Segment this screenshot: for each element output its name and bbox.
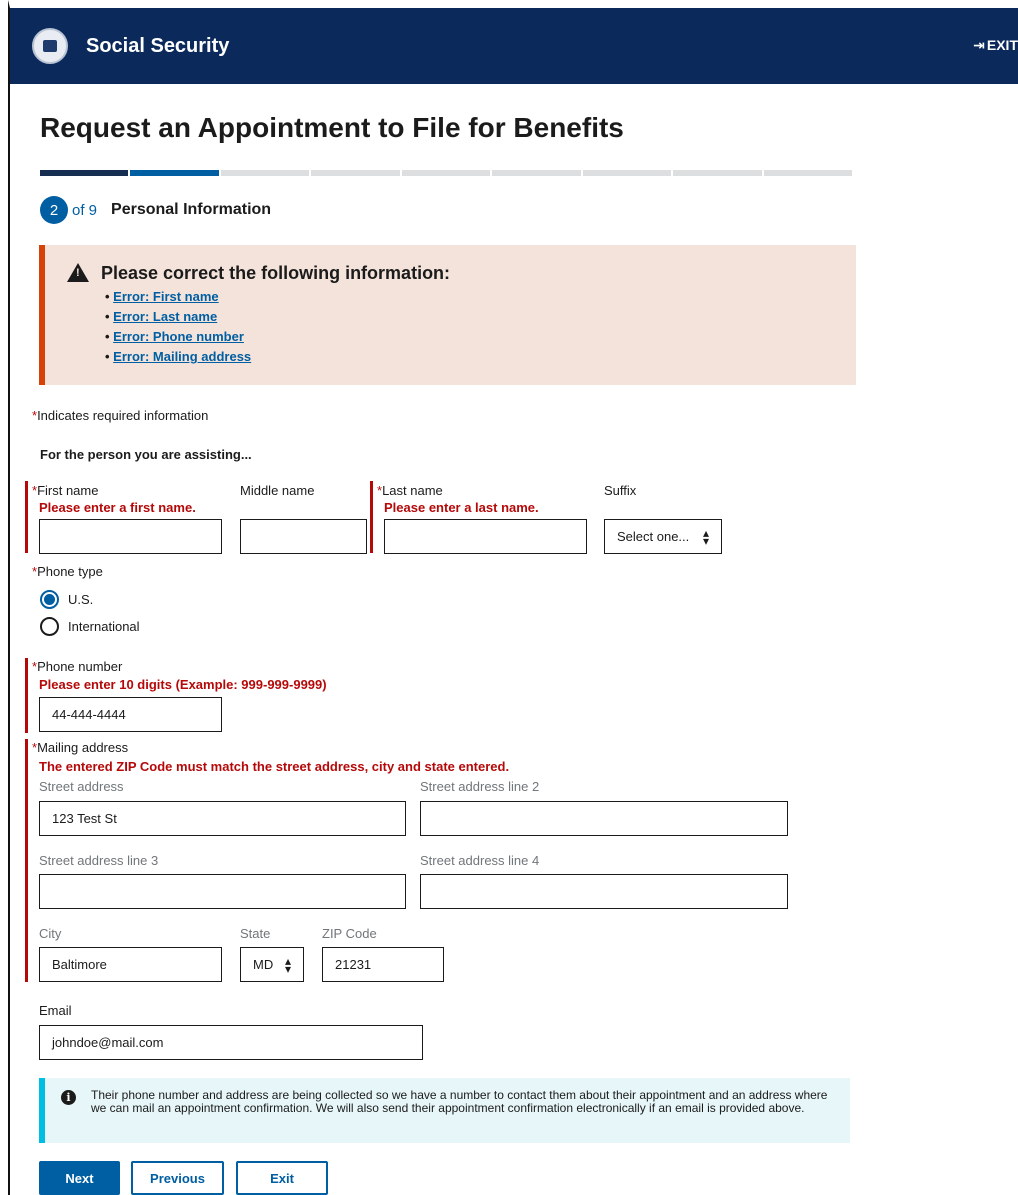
progress-segment-8 bbox=[673, 170, 762, 176]
ssa-seal-logo[interactable] bbox=[32, 28, 68, 64]
phone-number-label: *Phone number bbox=[32, 659, 122, 674]
page-title: Request an Appointment to File for Benef… bbox=[40, 112, 624, 143]
info-alert: i Their phone number and address are bei… bbox=[39, 1078, 850, 1143]
city-input[interactable]: Baltimore bbox=[39, 947, 222, 982]
step-number-badge: 2 bbox=[40, 196, 68, 224]
email-input[interactable]: johndoe@mail.com bbox=[39, 1025, 423, 1060]
previous-button[interactable]: Previous bbox=[131, 1161, 224, 1195]
site-header: Social Security ⇥ EXIT bbox=[8, 8, 1018, 84]
mailing-address-label-text: Mailing address bbox=[37, 740, 129, 755]
warning-icon bbox=[67, 263, 89, 282]
phone-number-label-text: Phone number bbox=[37, 659, 123, 674]
progress-segment-9 bbox=[763, 170, 852, 176]
progress-segment-2 bbox=[130, 170, 219, 176]
phone-type-us-radio[interactable]: U.S. bbox=[40, 590, 93, 609]
progress-segment-6 bbox=[492, 170, 581, 176]
phone-type-international-radio[interactable]: International bbox=[40, 617, 140, 636]
assist-heading: For the person you are assisting... bbox=[40, 447, 252, 462]
brand-name[interactable]: Social Security bbox=[86, 35, 229, 58]
middle-name-label: Middle name bbox=[240, 483, 315, 498]
error-item: Error: Last name bbox=[105, 307, 251, 327]
street-address-label: Street address bbox=[39, 779, 124, 794]
radio-unselected-icon bbox=[40, 617, 59, 636]
last-name-label: *Last name bbox=[377, 483, 443, 498]
street-address-input[interactable]: 123 Test St bbox=[39, 801, 406, 836]
street-address-line2-input[interactable] bbox=[420, 801, 788, 836]
street-address-line2-label: Street address line 2 bbox=[420, 779, 540, 794]
phone-error-bar bbox=[25, 658, 28, 733]
select-arrows-icon: ▴ ▾ bbox=[284, 953, 291, 976]
last-name-input[interactable] bbox=[384, 519, 587, 554]
step-total: of 9 bbox=[72, 201, 98, 219]
suffix-label: Suffix bbox=[604, 483, 637, 498]
error-link-phone-number[interactable]: Error: Phone number bbox=[113, 329, 244, 344]
sign-out-icon: ⇥ bbox=[973, 37, 985, 53]
last-name-label-text: Last name bbox=[382, 483, 443, 498]
info-icon: i bbox=[61, 1090, 76, 1105]
alert-title: Please correct the following information… bbox=[101, 263, 451, 283]
phone-type-label-text: Phone type bbox=[37, 564, 103, 579]
zip-code-label: ZIP Code bbox=[322, 926, 377, 941]
mailing-address-label: *Mailing address bbox=[32, 740, 128, 755]
state-select[interactable]: MD ▴ ▾ bbox=[240, 947, 304, 982]
phone-number-input[interactable]: 44-444-4444 bbox=[39, 697, 222, 732]
error-link-mailing-address[interactable]: Error: Mailing address bbox=[113, 349, 251, 364]
progress-segment-3 bbox=[220, 170, 310, 176]
required-note: *Indicates required information bbox=[32, 408, 208, 423]
exit-button[interactable]: Exit bbox=[236, 1161, 328, 1195]
step-indicator: 2 of 9 Personal Information bbox=[40, 196, 271, 224]
progress-segment-1 bbox=[40, 170, 129, 176]
required-note-text: Indicates required information bbox=[37, 408, 209, 423]
suffix-select[interactable]: Select one... ▴ ▾ bbox=[604, 519, 722, 554]
step-title: Personal Information bbox=[111, 201, 272, 218]
phone-number-error: Please enter 10 digits (Example: 999-999… bbox=[39, 677, 327, 692]
progress-segment-4 bbox=[311, 170, 400, 176]
first-name-label: *First name bbox=[32, 483, 98, 498]
first-name-error-bar bbox=[25, 481, 28, 553]
header-exit-label: EXIT bbox=[986, 37, 1018, 53]
page-frame bbox=[8, 0, 1018, 1195]
mailing-address-error-bar bbox=[25, 739, 28, 982]
error-item: Error: First name bbox=[105, 287, 251, 307]
mailing-address-error: The entered ZIP Code must match the stre… bbox=[39, 759, 510, 774]
select-arrows-icon: ▴ ▾ bbox=[702, 525, 709, 548]
info-text: Their phone number and address are being… bbox=[91, 1088, 828, 1115]
state-select-value: MD bbox=[253, 957, 274, 972]
email-label: Email bbox=[39, 1003, 72, 1018]
first-name-error: Please enter a first name. bbox=[39, 500, 196, 515]
phone-type-label: *Phone type bbox=[32, 564, 103, 579]
progress-segment-7 bbox=[582, 170, 672, 176]
street-address-line4-label: Street address line 4 bbox=[420, 853, 540, 868]
first-name-input[interactable] bbox=[39, 519, 222, 554]
error-list: Error: First name Error: Last name Error… bbox=[105, 287, 251, 367]
error-link-first-name[interactable]: Error: First name bbox=[113, 289, 218, 304]
state-label: State bbox=[240, 926, 271, 941]
error-item: Error: Mailing address bbox=[105, 347, 251, 367]
header-exit-link[interactable]: ⇥ EXIT bbox=[973, 37, 1018, 54]
error-link-last-name[interactable]: Error: Last name bbox=[113, 309, 217, 324]
last-name-error: Please enter a last name. bbox=[384, 500, 539, 515]
street-address-line3-input[interactable] bbox=[39, 874, 406, 909]
last-name-error-bar bbox=[370, 481, 373, 553]
zip-code-input[interactable]: 21231 bbox=[322, 947, 444, 982]
radio-selected-icon bbox=[40, 590, 59, 609]
first-name-label-text: First name bbox=[37, 483, 99, 498]
error-summary-alert: Please correct the following information… bbox=[39, 245, 856, 385]
step-progress-bar bbox=[40, 170, 852, 176]
next-button[interactable]: Next bbox=[39, 1161, 120, 1195]
middle-name-input[interactable] bbox=[240, 519, 367, 554]
suffix-select-value: Select one... bbox=[617, 529, 690, 544]
city-label: City bbox=[39, 926, 62, 941]
phone-type-us-label: U.S. bbox=[68, 592, 94, 607]
street-address-line3-label: Street address line 3 bbox=[39, 853, 159, 868]
error-item: Error: Phone number bbox=[105, 327, 251, 347]
phone-type-international-label: International bbox=[68, 619, 140, 634]
progress-segment-5 bbox=[401, 170, 491, 176]
street-address-line4-input[interactable] bbox=[420, 874, 788, 909]
